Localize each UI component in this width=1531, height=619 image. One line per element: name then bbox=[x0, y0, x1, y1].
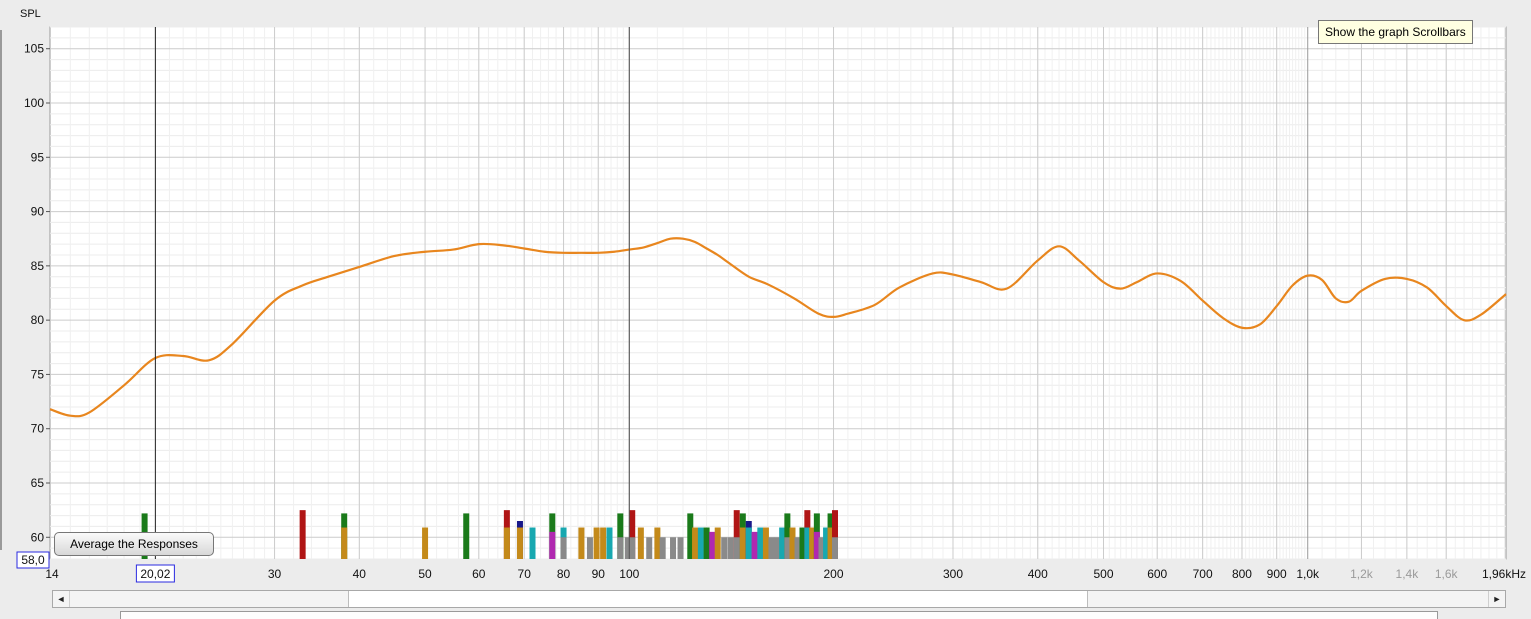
filter-bar bbox=[692, 527, 699, 559]
x-tick-label: 30 bbox=[268, 567, 282, 581]
filter-bar bbox=[422, 527, 429, 559]
y-tick-label: 90 bbox=[31, 205, 45, 219]
filter-bar bbox=[768, 537, 775, 559]
x-tick-label: 1,96kHz bbox=[1482, 567, 1526, 581]
filter-bar bbox=[721, 537, 728, 559]
filter-bar bbox=[831, 537, 838, 559]
x-tick-label: 500 bbox=[1093, 567, 1113, 581]
y-axis-label: SPL bbox=[20, 8, 41, 20]
filter-bar bbox=[733, 537, 740, 559]
filter-bar bbox=[503, 527, 510, 559]
filter-bar bbox=[529, 527, 536, 559]
x-tick-label: 14 bbox=[45, 567, 59, 581]
filter-bar bbox=[646, 537, 653, 559]
filter-bar bbox=[670, 537, 677, 559]
scrollbars-tooltip: Show the graph Scrollbars bbox=[1318, 20, 1473, 44]
x-tick-label: 70 bbox=[518, 567, 532, 581]
cursor-x-readout: 20,02 bbox=[140, 567, 170, 581]
filter-bar bbox=[606, 527, 613, 559]
filter-bar bbox=[516, 527, 523, 559]
y-tick-label: 70 bbox=[31, 422, 45, 436]
filter-bar bbox=[751, 531, 758, 559]
filter-bar bbox=[637, 527, 644, 559]
x-tick-label: 100 bbox=[619, 567, 639, 581]
y-tick-label: 100 bbox=[24, 96, 44, 110]
x-tick-label: 400 bbox=[1028, 567, 1048, 581]
x-tick-label: 1,2k bbox=[1350, 567, 1374, 581]
x-tick-label: 1,4k bbox=[1396, 567, 1420, 581]
filter-bar bbox=[659, 537, 666, 559]
x-tick-label: 800 bbox=[1232, 567, 1252, 581]
panel-edge bbox=[0, 30, 2, 550]
filter-bar bbox=[586, 537, 593, 559]
filter-bar bbox=[739, 527, 746, 559]
y-tick-label: 65 bbox=[31, 476, 45, 490]
x-tick-label: 300 bbox=[943, 567, 963, 581]
bottom-panel-edge bbox=[120, 611, 1438, 619]
x-tick-label: 600 bbox=[1147, 567, 1167, 581]
filter-bar bbox=[549, 531, 556, 559]
y-tick-label: 80 bbox=[31, 313, 45, 327]
cursor-y-readout: 58,0 bbox=[21, 553, 45, 567]
y-tick-label: 105 bbox=[24, 42, 44, 56]
filter-bar bbox=[727, 537, 734, 559]
y-tick-label: 85 bbox=[31, 259, 45, 273]
filter-bar bbox=[617, 537, 624, 559]
frequency-response-chart[interactable]: 60 65 70 75 80 85 90 95 100 105 14 30 40 50 60 70 80 90 10… bbox=[0, 0, 1531, 590]
filter-bar bbox=[757, 527, 764, 559]
filter-bar bbox=[697, 527, 704, 559]
filter-bar bbox=[654, 527, 661, 559]
y-tick-label: 75 bbox=[31, 367, 45, 381]
filter-bar bbox=[560, 537, 567, 559]
filter-bar bbox=[779, 527, 786, 559]
filter-bar bbox=[784, 537, 791, 559]
horizontal-scrollbar[interactable]: ◄ ► bbox=[52, 590, 1506, 608]
x-tick-label: 1,0k bbox=[1296, 567, 1320, 581]
scroll-right-arrow-icon[interactable]: ► bbox=[1488, 591, 1505, 607]
x-tick-label: 90 bbox=[592, 567, 606, 581]
filter-bar bbox=[600, 527, 607, 559]
filter-bar bbox=[745, 527, 752, 559]
average-responses-button[interactable]: Average the Responses bbox=[54, 532, 214, 556]
filter-bar bbox=[593, 527, 600, 559]
y-tick-label: 60 bbox=[31, 530, 45, 544]
filter-bar bbox=[714, 527, 721, 559]
filter-bar bbox=[703, 527, 710, 559]
x-tick-label: 1,6k bbox=[1435, 567, 1459, 581]
filter-bar bbox=[341, 527, 348, 559]
y-tick-label: 95 bbox=[31, 150, 45, 164]
x-tick-label: 700 bbox=[1193, 567, 1213, 581]
x-tick-label: 50 bbox=[418, 567, 432, 581]
filter-bar bbox=[463, 513, 470, 559]
x-tick-label: 60 bbox=[472, 567, 486, 581]
x-tick-label: 900 bbox=[1267, 567, 1287, 581]
filter-bar bbox=[677, 537, 684, 559]
filter-bar bbox=[709, 531, 716, 559]
x-tick-label: 200 bbox=[824, 567, 844, 581]
scroll-thumb[interactable] bbox=[348, 591, 1088, 607]
filter-bar bbox=[299, 510, 306, 559]
filter-bar bbox=[578, 527, 585, 559]
scroll-left-arrow-icon[interactable]: ◄ bbox=[53, 591, 70, 607]
filter-bar bbox=[629, 537, 636, 559]
x-tick-label: 40 bbox=[353, 567, 367, 581]
filter-bar bbox=[762, 527, 769, 559]
x-tick-label: 80 bbox=[557, 567, 571, 581]
filter-bar bbox=[773, 537, 780, 559]
